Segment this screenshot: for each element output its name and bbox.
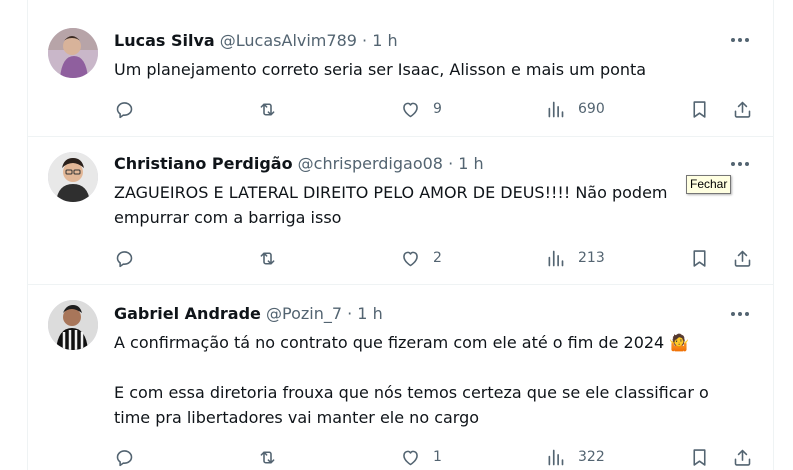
tweet-text: ZAGUEIROS E LATERAL DIREITO PELO AMOR DE… [114,183,668,227]
retweet-icon [260,450,275,464]
reply-icon [116,250,133,267]
like-count: 1 [433,449,442,465]
tweet-actions: 9 690 [114,97,757,121]
tweet-text: A confirmação tá no contrato que fizeram… [114,333,709,427]
reply-icon [116,101,133,118]
tweet-text: Um planejamento correto seria ser Isaac,… [114,60,647,79]
views-count: 690 [578,101,605,117]
views-button[interactable]: 213 [545,246,605,270]
tweet-3[interactable]: Gabriel Andrade @Pozin_7 · 1 h A confirm… [28,285,773,470]
tweet-header: Gabriel Andrade @Pozin_7 · 1 h [114,304,383,324]
share-button[interactable] [732,97,753,121]
avatar-image [48,300,98,350]
retweet-button[interactable] [257,97,290,121]
share-icon [734,449,751,466]
avatar-image [48,28,98,78]
avatar-image [48,152,98,202]
share-button[interactable] [732,445,753,469]
tweet-time[interactable]: 1 h [357,304,382,323]
tweet-time[interactable]: 1 h [458,154,483,173]
tweet-time[interactable]: 1 h [372,31,397,50]
avatar[interactable] [48,28,98,78]
tweet-header: Lucas Silva @LucasAlvim789 · 1 h [114,31,398,51]
avatar[interactable] [48,152,98,202]
more-icon-dot [745,162,749,166]
reply-button[interactable] [114,246,147,270]
more-icon-dot [738,38,742,42]
more-icon-dot [745,312,749,316]
more-icon-dot [731,312,735,316]
tweet-actions: 1 322 [114,445,757,469]
share-icon [734,250,751,267]
views-count: 322 [578,449,605,465]
retweet-button[interactable] [257,246,290,270]
bookmark-button[interactable] [689,445,710,469]
share-button[interactable] [732,246,753,270]
views-button[interactable]: 322 [545,445,605,469]
author-name[interactable]: Christiano Perdigão [114,154,293,173]
more-icon-dot [738,312,742,316]
like-count: 2 [433,250,442,266]
tweet-actions: 2 213 [114,246,757,270]
heart-icon [403,102,418,117]
bookmark-icon [693,100,706,118]
more-options-button[interactable] [729,304,751,324]
more-options-button[interactable] [729,154,751,174]
author-handle[interactable]: @chrisperdigao08 [298,154,443,173]
views-icon [548,101,564,117]
like-button[interactable]: 9 [400,97,442,121]
more-icon-dot [731,38,735,42]
more-icon-dot [738,162,742,166]
separator-dot: · [362,31,368,50]
tweet-header: Christiano Perdigão @chrisperdigao08 · 1… [114,154,484,174]
views-count: 213 [578,250,605,266]
author-handle[interactable]: @Pozin_7 [266,304,342,323]
bookmark-button[interactable] [689,246,710,270]
share-icon [734,101,751,118]
views-icon [548,250,564,266]
retweet-icon [260,251,275,265]
more-icon-dot [745,38,749,42]
views-button[interactable]: 690 [545,97,605,121]
bookmark-icon [693,249,706,267]
reply-button[interactable] [114,445,147,469]
reply-button[interactable] [114,97,147,121]
separator-dot: · [347,304,353,323]
like-count: 9 [433,101,442,117]
author-handle[interactable]: @LucasAlvim789 [220,31,357,50]
heart-icon [403,251,418,266]
close-tooltip: Fechar [686,175,732,194]
bookmark-button[interactable] [689,97,710,121]
tweet-1[interactable]: Lucas Silva @LucasAlvim789 · 1 h Um plan… [28,0,773,137]
views-icon [548,449,564,465]
bookmark-icon [693,448,706,466]
timeline-feed: Lucas Silva @LucasAlvim789 · 1 h Um plan… [27,0,774,470]
like-button[interactable]: 2 [400,246,442,270]
heart-icon [403,450,418,465]
avatar[interactable] [48,300,98,350]
more-icon-dot [731,162,735,166]
retweet-button[interactable] [257,445,290,469]
like-button[interactable]: 1 [400,445,442,469]
author-name[interactable]: Lucas Silva [114,31,215,50]
separator-dot: · [448,154,454,173]
retweet-icon [260,102,275,116]
more-options-button[interactable] [729,30,751,50]
author-name[interactable]: Gabriel Andrade [114,304,261,323]
reply-icon [116,449,133,466]
tweet-2[interactable]: Christiano Perdigão @chrisperdigao08 · 1… [28,137,773,285]
